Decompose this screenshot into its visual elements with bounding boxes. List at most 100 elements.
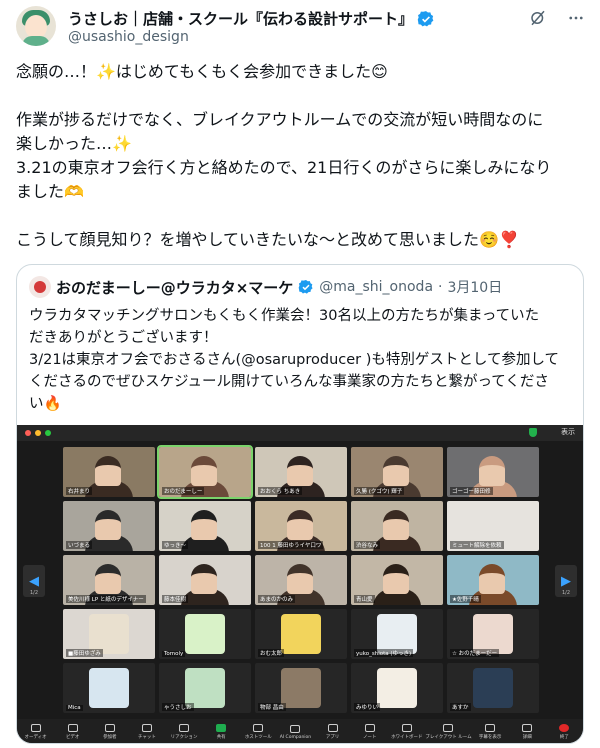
author-display-name[interactable]: うさしお｜店舗・スクール『伝わる設計サポート』 [68,8,413,29]
toolbar-icon [141,724,152,732]
toolbar-button[interactable]: ホワイトボード [388,724,425,740]
participant-tile[interactable]: おのだまーしー [157,445,253,499]
quote-author-avatar[interactable] [29,276,51,298]
toolbar-label: 終了 [559,735,569,740]
toolbar-icon [364,724,375,732]
participant-tile[interactable]: おむ太郎 [255,609,347,659]
toolbar-button[interactable]: チャット [128,724,165,740]
participant-tile[interactable]: 久勝 (クゴウ) 輝子 [351,447,443,497]
toolbar-button[interactable]: 参加者 [91,724,128,740]
verified-badge-icon [417,10,434,26]
zoom-toolbar: オーディオ ビデオ 参加者 チャット リアクション 共有 ホストツール AI Companio… [17,719,583,743]
participant-tile[interactable]: 青山愛 [351,555,443,605]
toolbar-button[interactable]: リアクション [166,724,203,740]
toolbar-button[interactable]: ビデオ [54,724,91,740]
quote-display-name[interactable]: おのだまーしー@ウラカタ×マーケ [56,277,293,298]
participant-face [287,456,313,486]
header-actions [528,8,586,28]
participant-tile[interactable]: おおくら ちあき [255,447,347,497]
zoom-screenshot[interactable]: 表示 ◀ 1/2 ▶ 1/2 右井まり おのだまーしー おおくら ちあき 久勝 (クゴウ)… [17,425,583,743]
participant-tile[interactable]: ゃうさしお [159,663,251,713]
participant-tile[interactable]: 100 1 藤田ゆうイヤ口ワ [255,501,347,551]
participant-name: ☆ おのだまーだー [450,649,500,657]
participant-avatar [473,614,513,654]
participant-avatar [281,614,321,654]
participant-tile[interactable]: あまのかのみ [255,555,347,605]
tweet-line: 3.21の東京オフ会行く方と絡めたので、21日行くのがさらに楽しみになり [16,158,552,177]
toolbar-button[interactable]: ノート [351,724,388,740]
toolbar-icon [485,724,496,732]
participant-name: 物部 昌由 [258,703,286,711]
toolbar-icon [290,724,301,733]
toolbar-icon [179,724,190,732]
toolbar-label: ノート [362,735,377,740]
participant-tile[interactable]: ★佐野千晴 [447,555,539,605]
participant-tile[interactable]: あすか [447,663,539,713]
grok-icon[interactable] [528,8,548,28]
participant-face [95,456,121,486]
participant-face [287,510,313,540]
participant-face [287,564,313,594]
participant-tile[interactable]: yuko_shiota (ゆっき) [351,609,443,659]
participant-tile[interactable]: みゆりい [351,663,443,713]
participant-face [383,564,409,594]
participant-tile[interactable]: 物部 昌由 [255,663,347,713]
zoom-titlebar: 表示 [17,425,583,441]
toolbar-button[interactable]: 共有 [203,724,240,740]
participant-name: あすか [450,703,471,711]
toolbar-label: リアクション [170,735,198,740]
participant-tile[interactable]: ゆっき〜 [159,501,251,551]
toolbar-label: ブレイクアウト ルーム [425,735,472,740]
quote-handle[interactable]: @ma_shi_onoda [319,279,433,295]
window-minimize-icon [35,430,41,436]
toolbar-button[interactable]: オーディオ [17,724,54,740]
participant-name: 渋谷なみ [354,541,381,549]
author-handle[interactable]: @usashio_design [68,29,189,45]
participant-face [479,564,505,594]
more-icon[interactable] [566,8,586,28]
participant-name: おむ太郎 [258,649,285,657]
participant-tile[interactable]: ■藤田ゆざみ [63,609,155,659]
participant-tile[interactable]: Tomoly [159,609,251,659]
quote-header: おのだまーしー@ウラカタ×マーケ @ma_shi_onoda · 3月10日 [29,276,502,298]
toolbar-icon [216,724,227,732]
participant-face [95,564,121,594]
participant-tile[interactable]: 渋谷なみ [351,501,443,551]
toolbar-label: オーディオ [24,735,47,740]
participant-face [191,510,217,540]
tweet-line: ました🫶 [16,182,84,201]
participant-tile[interactable]: ☆ おのだまーだー [447,609,539,659]
window-close-icon [25,430,31,436]
participant-name: 青山愛 [354,595,375,603]
participant-tile[interactable]: Mica [63,663,155,713]
participant-name: ゃうさしお [162,703,194,711]
toolbar-button[interactable]: ブレイクアウト ルーム [425,724,472,740]
quote-date[interactable]: 3月10日 [447,277,502,297]
toolbar-icon [327,724,338,732]
participant-tile[interactable]: いづまる [63,501,155,551]
toolbar-button[interactable]: 詳細 [509,724,546,740]
participant-face [95,510,121,540]
participant-tile[interactable]: ゴーゴー藤田修 [447,447,539,497]
toolbar-icon [104,724,115,732]
toolbar-button[interactable]: 終了 [546,724,583,740]
participant-tile[interactable]: 右井まり [63,447,155,497]
tweet-text: 念願の…！✨はじめてもくもく会参加できました😊 作業が捗るだけでなく、ブレイクア… [16,60,586,252]
toolbar-button[interactable]: 字幕を表示 [472,724,509,740]
participant-tile[interactable]: 藤本佳樹 [159,555,251,605]
toolbar-button[interactable]: AI Companion [277,724,314,740]
author-avatar[interactable] [16,6,56,46]
toolbar-label: チャット [137,735,156,740]
participant-tile[interactable]: ミュート解除を依頼 [447,501,539,551]
toolbar-icon [443,724,454,732]
participant-avatar [185,668,225,708]
tweet-line: 楽しかった…✨ [16,134,132,153]
quoted-tweet[interactable]: おのだまーしー@ウラカタ×マーケ @ma_shi_onoda · 3月10日 ウ… [16,264,584,744]
quote-text: ウラカタマッチングサロンもくもく作業会！30名以上の方たちが集まっていた だきあ… [29,305,574,415]
quote-line: 3/21は東京オフ会でおさるさん(@osaruproducer )も特別ゲストと… [29,352,560,368]
participant-name: 右井まり [66,487,93,495]
participant-tile[interactable]: 美佐川様 LP と紙のデザイナー [63,555,155,605]
toolbar-button[interactable]: アプリ [314,724,351,740]
toolbar-button[interactable]: ホストツール [240,724,277,740]
participant-face [191,564,217,594]
